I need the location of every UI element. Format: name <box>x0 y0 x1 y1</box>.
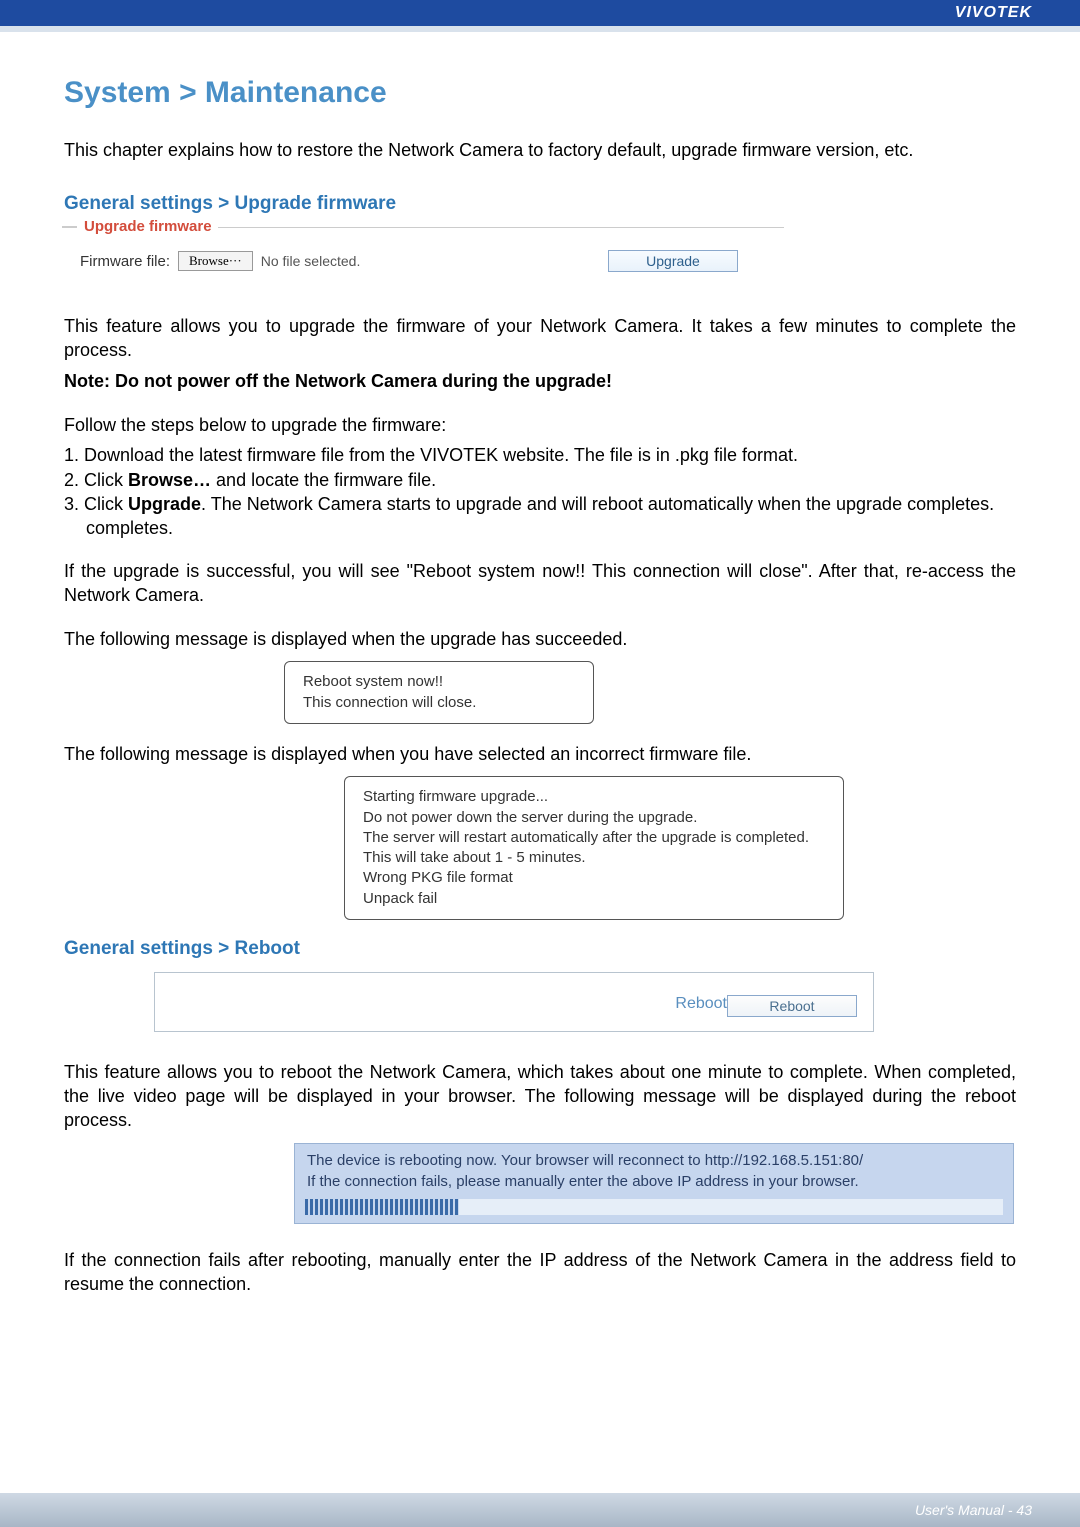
upgrade-section-heading: General settings > Upgrade firmware <box>64 193 1016 215</box>
step-3: 3. Click Upgrade. The Network Camera sta… <box>64 492 1016 516</box>
steps-list: 1. Download the latest firmware file fro… <box>64 443 1016 540</box>
reboot-section-heading: General settings > Reboot <box>64 938 1016 960</box>
reboot-fieldset: Reboot Reboot <box>154 972 874 1032</box>
steps-intro: Follow the steps below to upgrade the fi… <box>64 413 1016 437</box>
reboot-progress-fill <box>305 1199 459 1215</box>
reboot-fail-paragraph: If the connection fails after rebooting,… <box>64 1248 1016 1297</box>
footer-text: User's Manual - 43 <box>915 1502 1032 1518</box>
reboot-description: This feature allows you to reboot the Ne… <box>64 1060 1016 1133</box>
upgrade-button[interactable]: Upgrade <box>608 250 738 272</box>
reboot-msg-line2: If the connection fails, please manually… <box>307 1171 1001 1193</box>
reboot-msg-line1: The device is rebooting now. Your browse… <box>307 1150 1001 1172</box>
reboot-message-box: The device is rebooting now. Your browse… <box>294 1143 1014 1225</box>
success-message-box: Reboot system now!! This connection will… <box>284 661 594 724</box>
page-header: VIVOTEK <box>0 0 1080 26</box>
step-3-cont: completes. <box>64 516 1016 540</box>
upgrade-legend: Upgrade firmware <box>78 218 218 235</box>
page-title: System > Maintenance <box>64 76 1016 110</box>
page-footer: User's Manual - 43 <box>0 1493 1080 1527</box>
reboot-legend: Reboot <box>675 995 727 1017</box>
step-1: 1. Download the latest firmware file fro… <box>64 443 1016 467</box>
legend-dash: — <box>62 218 79 235</box>
step-2: 2. Click Browse… and locate the firmware… <box>64 468 1016 492</box>
upgrade-note: Note: Do not power off the Network Camer… <box>64 369 1016 393</box>
intro-paragraph: This chapter explains how to restore the… <box>64 138 1016 163</box>
browse-button[interactable]: Browse··· <box>178 251 253 271</box>
reboot-progress-bar <box>305 1199 1003 1215</box>
no-file-text: No file selected. <box>261 253 361 269</box>
upgrade-fieldset: — Upgrade firmware Firmware file: Browse… <box>64 227 784 282</box>
upgrade-description: This feature allows you to upgrade the f… <box>64 314 1016 363</box>
fail-intro: The following message is displayed when … <box>64 742 1016 766</box>
reboot-button[interactable]: Reboot <box>727 995 857 1017</box>
success-intro: The following message is displayed when … <box>64 627 1016 651</box>
fail-message-box: Starting firmware upgrade... Do not powe… <box>344 776 844 920</box>
brand-text: VIVOTEK <box>955 4 1032 22</box>
firmware-file-label: Firmware file: <box>80 253 170 270</box>
success-paragraph: If the upgrade is successful, you will s… <box>64 559 1016 608</box>
